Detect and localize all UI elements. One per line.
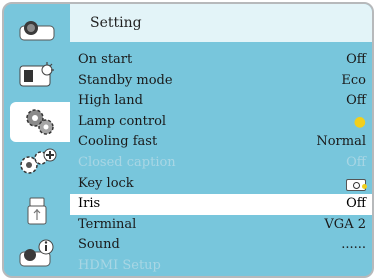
menu-item-iris[interactable]: Iris Off: [70, 194, 372, 215]
menu-item-cooling-fast[interactable]: Cooling fast Normal: [70, 132, 372, 153]
usb-memory-icon[interactable]: [13, 194, 61, 228]
menu-item-key-lock[interactable]: Key lock: [70, 174, 372, 195]
menu-item-label: Standby mode: [78, 72, 173, 88]
information-icon[interactable]: [13, 236, 61, 270]
expanded-setting-gears-icon[interactable]: [13, 146, 61, 180]
setting-list: On start Off Standby mode Eco High land Off La…: [70, 50, 372, 276]
menu-header: Setting: [70, 4, 372, 42]
menu-item-value: Off: [346, 154, 366, 170]
menu-item-label: On start: [78, 52, 133, 67]
menu-item-label: HDMI Setup: [78, 257, 161, 273]
menu-item-standby-mode[interactable]: Standby mode Eco: [70, 71, 372, 92]
menu-item-value: Off: [346, 196, 366, 212]
menu-item-hdmi-setup: HDMI Setup: [70, 256, 372, 276]
menu-item-label: High land: [78, 93, 143, 109]
menu-item-value: VGA 2: [324, 216, 366, 232]
menu-item-label: Iris: [78, 196, 101, 212]
menu-item-label: Terminal: [78, 216, 137, 232]
menu-item-value: Off: [346, 93, 366, 109]
lamp-bulb-icon: ●: [353, 113, 366, 130]
menu-item-sound[interactable]: Sound......: [70, 235, 372, 256]
setting-menu: Setting On start Off Standby mode Eco High l…: [2, 2, 374, 278]
menu-item-label: Key lock: [78, 175, 134, 191]
menu-item-closed-caption: Closed caption Off: [70, 153, 372, 174]
menu-item-value: Normal: [316, 134, 366, 150]
menu-item-label: Sound: [78, 237, 120, 253]
menu-item-value: Off: [346, 52, 366, 67]
menu-item-high-land[interactable]: High land Off: [70, 91, 372, 112]
image-adjust-icon[interactable]: [13, 58, 61, 92]
menu-item-lamp-control[interactable]: Lamp control ●: [70, 112, 372, 133]
display-icon[interactable]: [13, 12, 61, 46]
menu-item-label: Closed caption: [78, 154, 176, 170]
menu-category-sidebar: [4, 4, 70, 276]
menu-item-value: ......: [341, 237, 366, 253]
menu-item-label: Cooling fast: [78, 134, 158, 150]
menu-item-on-start[interactable]: On start Off: [70, 50, 372, 71]
setting-panel: Setting On start Off Standby mode Eco High l…: [70, 4, 372, 276]
key-lock-icon: [346, 174, 367, 195]
menu-item-label: Lamp control: [78, 113, 167, 129]
menu-item-terminal[interactable]: Terminal VGA 2: [70, 215, 372, 236]
setting-gears-icon[interactable]: [10, 102, 70, 142]
page-title: Setting: [90, 15, 142, 31]
menu-item-value: Eco: [341, 72, 366, 88]
